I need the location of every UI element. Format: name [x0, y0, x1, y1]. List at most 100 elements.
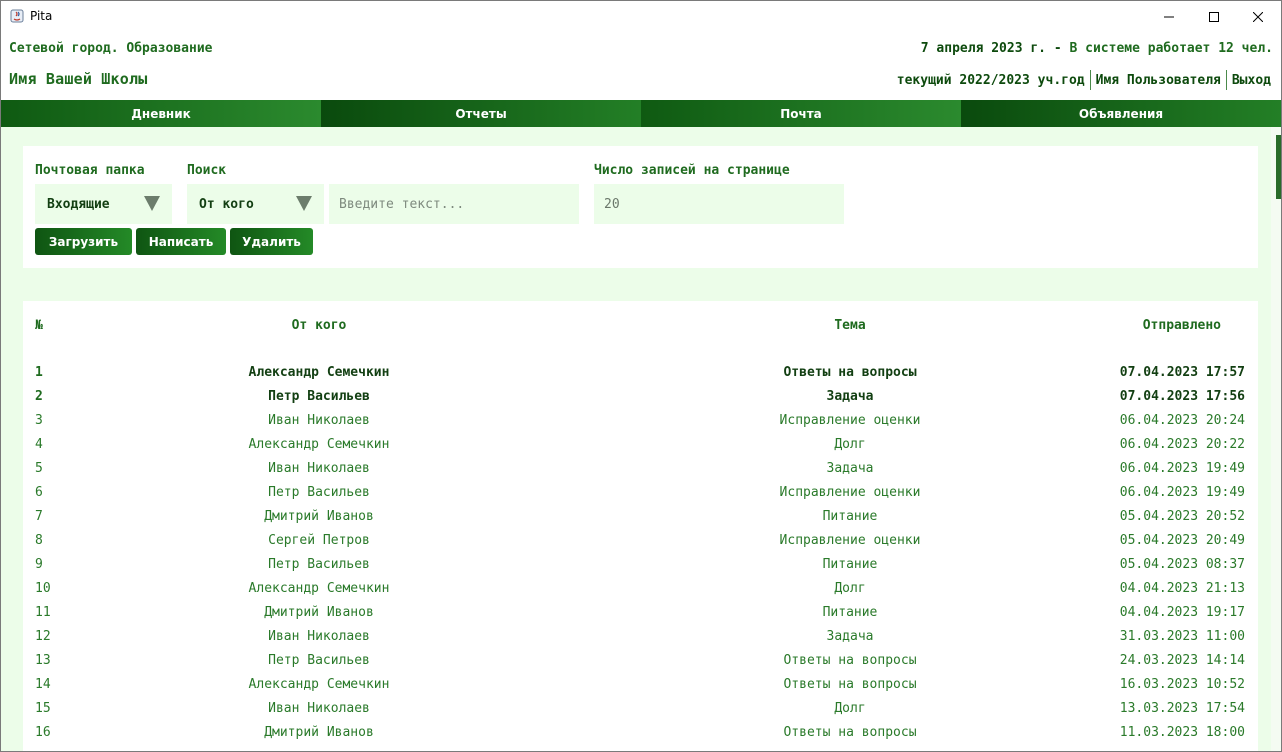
- cell-from: Дмитрий Иванов: [264, 725, 374, 740]
- vertical-scrollbar[interactable]: [1271, 127, 1281, 751]
- cell-subject: Ответы на вопросы: [783, 653, 917, 668]
- table-row[interactable]: 10 Александр Семечкин Долг 04.04.2023 21:13: [23, 577, 1258, 601]
- tab-reports[interactable]: Отчеты: [321, 100, 641, 127]
- column-header-from[interactable]: От кого: [218, 318, 420, 333]
- table-row[interactable]: 3 Иван Николаев Исправление оценки 06.04.20…: [23, 409, 1258, 433]
- cell-from: Дмитрий Иванов: [264, 509, 374, 524]
- cell-subject: Задача: [826, 461, 874, 476]
- divider: [1225, 70, 1227, 90]
- tab-announcements[interactable]: Объявления: [961, 100, 1281, 127]
- cell-subject: Ответы на вопросы: [783, 677, 917, 692]
- cell-num: 6: [35, 485, 43, 500]
- cell-num: 12: [35, 629, 51, 644]
- system-status: 7 апреля 2023 г. - В системе работает 12…: [921, 41, 1273, 56]
- cell-from: Иван Николаев: [268, 461, 370, 476]
- maximize-icon: [1209, 11, 1219, 22]
- cell-from: Александр Семечкин: [248, 365, 390, 380]
- cell-from: Петр Васильев: [268, 389, 370, 404]
- table-row[interactable]: 15 Иван Николаев Долг 13.03.2023 17:54: [23, 697, 1258, 721]
- table-row[interactable]: 1 Александр Семечкин Ответы на вопросы 07.0…: [23, 361, 1258, 385]
- close-button[interactable]: [1235, 1, 1281, 32]
- cell-sent: 07.04.2023 17:57: [1119, 365, 1245, 380]
- maximize-button[interactable]: [1191, 1, 1237, 32]
- column-header-subject[interactable]: Тема: [750, 318, 950, 333]
- search-field-select[interactable]: От кого: [187, 184, 324, 224]
- cell-from: Иван Николаев: [268, 629, 370, 644]
- cell-from: Дмитрий Иванов: [264, 605, 374, 620]
- minimize-button[interactable]: [1146, 1, 1192, 32]
- cell-subject: Задача: [826, 629, 874, 644]
- table-row[interactable]: 8 Сергей Петров Исправление оценки 05.04.20…: [23, 529, 1258, 553]
- window-title: Pita: [30, 9, 53, 23]
- table-row[interactable]: 11 Дмитрий Иванов Питание 04.04.2023 19:17: [23, 601, 1258, 625]
- tab-diary[interactable]: Дневник: [1, 100, 321, 127]
- table-row[interactable]: 7 Дмитрий Иванов Питание 05.04.2023 20:52: [23, 505, 1258, 529]
- cell-from: Сергей Петров: [268, 533, 370, 548]
- table-row[interactable]: 12 Иван Николаев Задача 31.03.2023 11:00: [23, 625, 1258, 649]
- org-name: Сетевой город. Образование: [9, 41, 213, 56]
- cell-num: 8: [35, 533, 43, 548]
- table-row[interactable]: 5 Иван Николаев Задача 06.04.2023 19:49: [23, 457, 1258, 481]
- cell-num: 3: [35, 413, 43, 428]
- title-bar: Pita: [1, 1, 1281, 32]
- cell-subject: Питание: [822, 605, 878, 620]
- status-online-count: В системе работает 12 чел.: [1069, 41, 1274, 56]
- mail-filter-panel: Почтовая папка Поиск Число записей на ст…: [23, 146, 1258, 268]
- cell-num: 7: [35, 509, 43, 524]
- column-header-sent[interactable]: Отправлено: [1143, 318, 1221, 333]
- cell-subject: Исправление оценки: [779, 413, 921, 428]
- close-icon: [1253, 11, 1263, 22]
- school-name: Имя Вашей Школы: [9, 70, 148, 88]
- cell-num: 13: [35, 653, 51, 668]
- scrollbar-thumb[interactable]: [1276, 135, 1281, 199]
- cell-subject: Долг: [834, 701, 866, 716]
- divider: [1089, 70, 1091, 90]
- search-label: Поиск: [187, 163, 227, 178]
- per-page-input[interactable]: [594, 184, 844, 224]
- cell-sent: 07.04.2023 17:56: [1119, 389, 1245, 404]
- user-bar: текущий 2022/2023 уч.год Имя Пользовател…: [897, 70, 1271, 90]
- cell-num: 16: [35, 725, 51, 740]
- cell-num: 2: [35, 389, 43, 404]
- cell-from: Петр Васильев: [268, 485, 370, 500]
- cell-from: Александр Семечкин: [248, 677, 390, 692]
- column-header-num[interactable]: №: [35, 318, 43, 333]
- table-row[interactable]: 16 Дмитрий Иванов Ответы на вопросы 11.03.2…: [23, 721, 1258, 745]
- table-row[interactable]: 4 Александр Семечкин Долг 06.04.2023 20:22: [23, 433, 1258, 457]
- chevron-down-icon: [296, 196, 312, 211]
- cell-from: Александр Семечкин: [248, 581, 390, 596]
- table-row[interactable]: 14 Александр Семечкин Ответы на вопросы 16.…: [23, 673, 1258, 697]
- tab-mail[interactable]: Почта: [641, 100, 961, 127]
- cell-sent: 05.04.2023 08:37: [1119, 557, 1245, 572]
- table-row[interactable]: 2 Петр Васильев Задача 07.04.2023 17:56: [23, 385, 1258, 409]
- school-year-link[interactable]: текущий 2022/2023 уч.год: [897, 73, 1085, 88]
- cell-subject: Питание: [822, 509, 878, 524]
- java-app-icon: [10, 9, 24, 23]
- cell-subject: Долг: [834, 581, 866, 596]
- user-name-link[interactable]: Имя Пользователя: [1096, 73, 1221, 88]
- cell-sent: 05.04.2023 20:49: [1119, 533, 1245, 548]
- cell-num: 9: [35, 557, 43, 572]
- cell-sent: 24.03.2023 14:14: [1119, 653, 1245, 668]
- write-button[interactable]: Написать: [136, 228, 226, 255]
- table-row[interactable]: 13 Петр Васильев Ответы на вопросы 24.03.20…: [23, 649, 1258, 673]
- cell-sent: 11.03.2023 18:00: [1119, 725, 1245, 740]
- search-field-value: От кого: [199, 196, 254, 212]
- table-row[interactable]: 9 Петр Васильев Питание 05.04.2023 08:37: [23, 553, 1258, 577]
- logout-link[interactable]: Выход: [1232, 73, 1271, 88]
- cell-from: Петр Васильев: [268, 557, 370, 572]
- cell-subject: Ответы на вопросы: [783, 365, 917, 380]
- load-button[interactable]: Загрузить: [35, 228, 132, 255]
- delete-button[interactable]: Удалить: [230, 228, 313, 255]
- cell-sent: 16.03.2023 10:52: [1119, 677, 1245, 692]
- cell-num: 1: [35, 365, 43, 380]
- cell-sent: 06.04.2023 20:22: [1119, 437, 1245, 452]
- cell-subject: Задача: [826, 389, 874, 404]
- folder-select-value: Входящие: [47, 196, 110, 212]
- table-row[interactable]: 6 Петр Васильев Исправление оценки 06.04.20…: [23, 481, 1258, 505]
- folder-select[interactable]: Входящие: [35, 184, 172, 224]
- cell-from: Иван Николаев: [268, 413, 370, 428]
- cell-subject: Исправление оценки: [779, 485, 921, 500]
- cell-from: Петр Васильев: [268, 653, 370, 668]
- search-input[interactable]: [329, 184, 579, 224]
